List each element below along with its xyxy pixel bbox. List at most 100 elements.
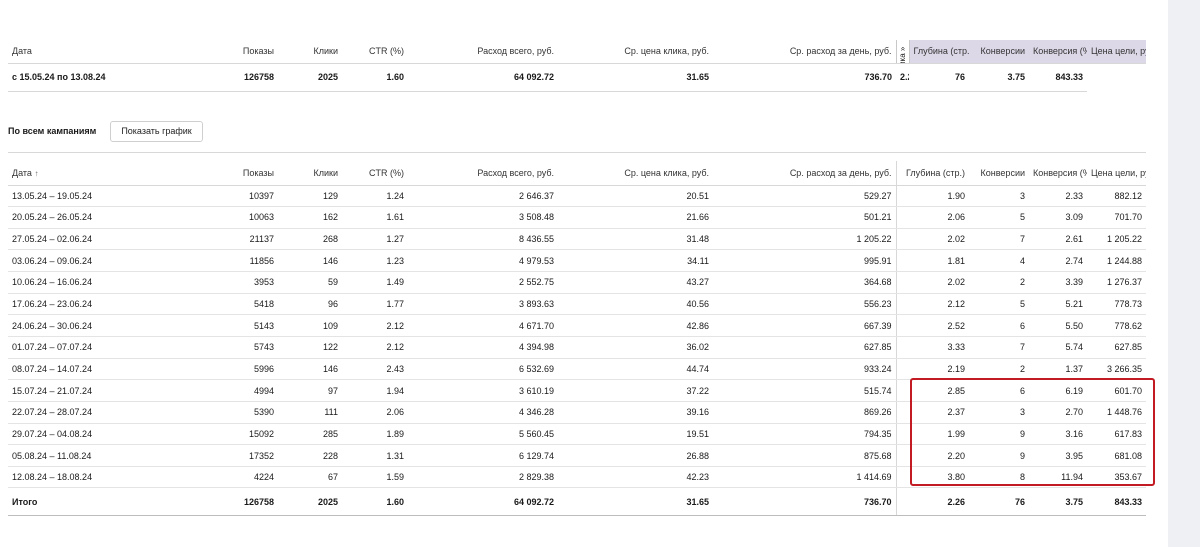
header-clicks[interactable]: Клики — [278, 161, 342, 186]
cell-goal-cost: 617.83 — [1087, 423, 1146, 446]
header-daily[interactable]: Ср. расход за день, руб. — [713, 161, 896, 186]
cell-conversions: 9 — [969, 444, 1029, 467]
cell-cpc: 19.51 — [558, 423, 713, 446]
header-conversions[interactable]: Конверсии — [969, 161, 1029, 186]
cell-depth: 2.20 — [895, 444, 969, 467]
summary-conversions: 76 — [909, 63, 969, 92]
col-header-cpc[interactable]: Ср. цена клика, руб. — [558, 40, 713, 64]
table-row: 22.07.24 – 28.07.24 5390 111 2.06 4 346.28 39… — [8, 401, 1146, 424]
total-depth: 2.26 — [895, 487, 969, 517]
header-goal-cost[interactable]: Цена цели, руб. — [1087, 161, 1146, 186]
total-clicks: 2025 — [278, 487, 342, 517]
total-goal-cost: 843.33 — [1087, 487, 1146, 517]
cell-ctr: 1.89 — [342, 423, 408, 446]
cell-clicks: 228 — [278, 444, 342, 467]
cell-depth: 2.37 — [895, 401, 969, 424]
cell-spend: 4 346.28 — [408, 401, 558, 424]
cell-date: 10.06.24 – 16.06.24 — [8, 271, 208, 294]
cell-date: 12.08.24 – 18.08.24 — [8, 466, 208, 489]
col-header-clicks[interactable]: Клики — [278, 40, 342, 64]
cell-spend: 4 979.53 — [408, 249, 558, 273]
col-header-date[interactable]: Дата — [8, 40, 208, 64]
cell-depth: 1.99 — [895, 423, 969, 446]
cell-date: 29.07.24 – 04.08.24 — [8, 423, 208, 446]
cell-ctr: 1.49 — [342, 271, 408, 294]
col-header-goal-cost[interactable]: Цена цели, руб. — [1087, 40, 1146, 64]
cell-ctr: 1.59 — [342, 466, 408, 489]
cell-daily: 529.27 — [713, 185, 896, 208]
cell-spend: 2 829.38 — [408, 466, 558, 489]
header-conv-rate[interactable]: Конверсия (%) — [1029, 161, 1087, 186]
cell-cpc: 42.86 — [558, 314, 713, 337]
cell-daily: 1 414.69 — [713, 466, 896, 489]
sort-header-date[interactable]: Дата ↑ — [8, 161, 208, 186]
cell-impressions: 5143 — [208, 314, 278, 337]
cell-daily: 501.21 — [713, 206, 896, 229]
cell-spend: 3 610.19 — [408, 379, 558, 402]
total-row: Итого 126758 2025 1.60 64 092.72 31.65 7… — [8, 487, 1146, 517]
col-header-conversions[interactable]: Конверсии — [969, 40, 1029, 64]
cell-cpc: 39.16 — [558, 401, 713, 424]
col-header-depth[interactable]: Глубина (стр.) — [909, 40, 969, 64]
col-header-spend[interactable]: Расход всего, руб. — [408, 40, 558, 64]
cell-ctr: 1.23 — [342, 249, 408, 273]
cell-spend: 6 129.74 — [408, 444, 558, 467]
cell-impressions: 3953 — [208, 271, 278, 294]
total-label: Итого — [8, 487, 208, 517]
summary-spend: 64 092.72 — [408, 63, 558, 92]
table-row: 29.07.24 – 04.08.24 15092 285 1.89 5 560.45 1… — [8, 423, 1146, 446]
cell-clicks: 162 — [278, 206, 342, 229]
summary-conv-rate: 3.75 — [969, 63, 1029, 92]
col-header-daily[interactable]: Ср. расход за день, руб. — [713, 40, 896, 64]
summary-row: с 15.05.24 по 13.08.24 126758 2025 1.60 … — [8, 63, 1146, 92]
cell-ctr: 1.94 — [342, 379, 408, 402]
cell-date: 13.05.24 – 19.05.24 — [8, 185, 208, 208]
stats-table: Дата ↑ Показы Клики CTR (%) Расход всего… — [8, 161, 1146, 517]
header-ctr[interactable]: CTR (%) — [342, 161, 408, 186]
show-chart-button[interactable]: Показать график — [110, 120, 203, 142]
cell-spend: 2 646.37 — [408, 185, 558, 208]
cell-spend: 4 671.70 — [408, 314, 558, 337]
metrika-toggle-tab[interactable]: Метрика » — [895, 40, 910, 64]
metrika-tab-label: Метрика » — [898, 42, 907, 62]
col-header-ctr[interactable]: CTR (%) — [342, 40, 408, 64]
cell-daily: 515.74 — [713, 379, 896, 402]
cell-daily: 933.24 — [713, 358, 896, 381]
cell-clicks: 97 — [278, 379, 342, 402]
table-row: 27.05.24 – 02.06.24 21137 268 1.27 8 436.55 3… — [8, 228, 1146, 251]
summary-ctr: 1.60 — [342, 63, 408, 92]
summary-clicks: 2025 — [278, 63, 342, 92]
col-header-conv-rate[interactable]: Конверсия (%) — [1029, 40, 1087, 64]
cell-conversions: 2 — [969, 358, 1029, 381]
cell-cpc: 31.48 — [558, 228, 713, 251]
cell-goal-cost: 601.70 — [1087, 379, 1146, 402]
cell-goal-cost: 681.08 — [1087, 444, 1146, 467]
cell-depth: 2.06 — [895, 206, 969, 229]
cell-date: 17.06.24 – 23.06.24 — [8, 293, 208, 316]
cell-clicks: 109 — [278, 314, 342, 337]
cell-ctr: 1.27 — [342, 228, 408, 251]
header-depth[interactable]: Глубина (стр.) — [895, 161, 969, 186]
cell-impressions: 4994 — [208, 379, 278, 402]
cell-conv-rate: 6.19 — [1029, 379, 1087, 402]
header-spend[interactable]: Расход всего, руб. — [408, 161, 558, 186]
summary-cpc: 31.65 — [558, 63, 713, 92]
cell-ctr: 2.43 — [342, 358, 408, 381]
total-daily: 736.70 — [713, 487, 896, 517]
cell-clicks: 146 — [278, 249, 342, 273]
right-scroll-gutter — [1168, 0, 1200, 547]
cell-goal-cost: 1 448.76 — [1087, 401, 1146, 424]
cell-date: 05.08.24 – 11.08.24 — [8, 444, 208, 467]
cell-goal-cost: 778.62 — [1087, 314, 1146, 337]
stats-header-row: Дата ↑ Показы Клики CTR (%) Расход всего… — [8, 161, 1146, 186]
cell-impressions: 10397 — [208, 185, 278, 208]
header-cpc[interactable]: Ср. цена клика, руб. — [558, 161, 713, 186]
header-impressions[interactable]: Показы — [208, 161, 278, 186]
cell-date: 01.07.24 – 07.07.24 — [8, 336, 208, 359]
col-header-impressions[interactable]: Показы — [208, 40, 278, 64]
total-spend: 64 092.72 — [408, 487, 558, 517]
cell-conv-rate: 3.39 — [1029, 271, 1087, 294]
cell-conv-rate: 5.50 — [1029, 314, 1087, 337]
cell-spend: 5 560.45 — [408, 423, 558, 446]
cell-goal-cost: 1 244.88 — [1087, 249, 1146, 273]
